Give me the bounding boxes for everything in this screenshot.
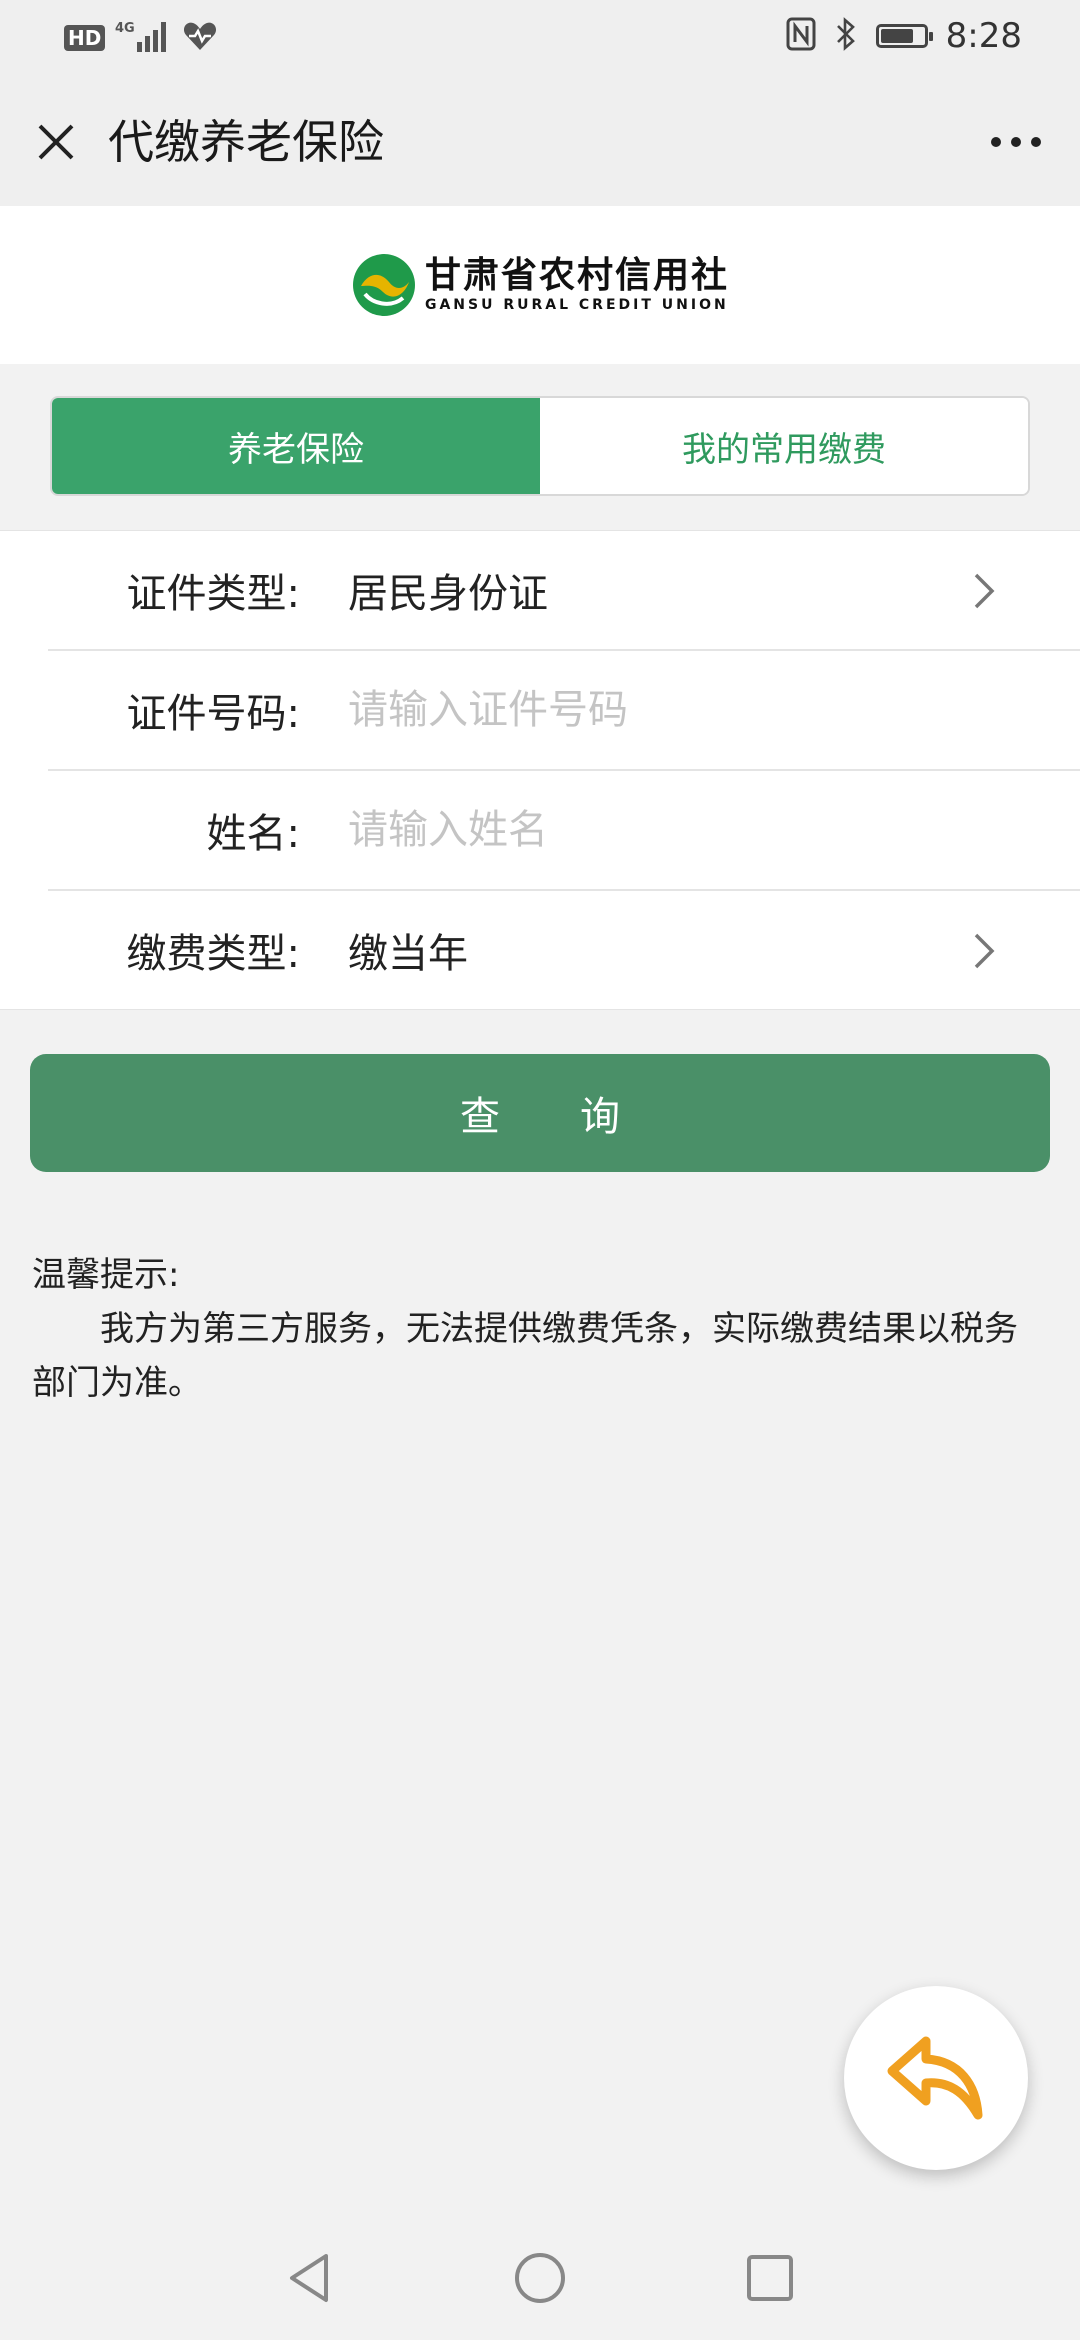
hd-icon: HD (64, 25, 106, 51)
battery-fill (880, 29, 913, 43)
id-type-label: 证件类型: (126, 571, 300, 617)
home-circle-icon (515, 2253, 565, 2303)
nav-back-button[interactable] (280, 2248, 340, 2308)
bank-logo: 甘肃省农村信用社 GANSU RURAL CREDIT UNION (351, 252, 729, 318)
name-label: 姓名: (206, 811, 300, 857)
tab-bar: 养老保险 我的常用缴费 (50, 396, 1030, 496)
clock: 8:28 (945, 16, 1022, 56)
logo-name-cn: 甘肃省农村信用社 (424, 255, 729, 296)
id-number-label: 证件号码: (126, 691, 300, 737)
recents-square-icon (747, 2255, 793, 2301)
more-icon (991, 137, 1041, 147)
payment-type-label: 缴费类型: (126, 931, 300, 977)
more-button[interactable] (980, 114, 1052, 170)
tab-pension-insurance[interactable]: 养老保险 (52, 398, 540, 494)
id-number-input[interactable] (348, 687, 1080, 733)
chevron-right-icon (974, 933, 995, 969)
credit-union-logo-icon (352, 254, 415, 316)
status-right: 8:28 (786, 14, 1022, 58)
system-nav-bar (0, 2216, 1080, 2340)
name-row: 姓名: (48, 771, 1080, 889)
nfc-icon (786, 17, 816, 55)
payment-type-row[interactable]: 缴费类型: 缴当年 (48, 891, 1080, 1009)
network-label: 4G (115, 21, 135, 36)
payment-form: 证件类型: 居民身份证 证件号码: 姓名: 缴费类型: 缴当年 (0, 530, 1080, 1010)
logo-name-en: GANSU RURAL CREDIT UNION (424, 297, 729, 313)
tips-title: 温馨提示: (32, 1255, 180, 1295)
chevron-right-icon (974, 573, 995, 609)
id-type-row[interactable]: 证件类型: 居民身份证 (48, 531, 1080, 649)
signal-icon: 4G (115, 18, 173, 58)
back-float-button[interactable] (844, 1986, 1028, 2170)
title-bar: 代缴养老保险 (0, 74, 1080, 206)
health-icon (183, 20, 217, 56)
name-input[interactable] (348, 807, 1080, 853)
bluetooth-icon (834, 17, 858, 55)
nav-home-button[interactable] (510, 2248, 570, 2308)
battery-icon (875, 24, 933, 48)
reply-arrow-icon (887, 2036, 983, 2120)
page-title: 代缴养老保险 (108, 115, 384, 169)
nav-recents-button[interactable] (740, 2248, 800, 2308)
logo-banner: 甘肃省农村信用社 GANSU RURAL CREDIT UNION (0, 206, 1080, 364)
back-triangle-icon (290, 2254, 328, 2302)
id-number-row: 证件号码: (48, 651, 1080, 769)
tips-section: 温馨提示: 我方为第三方服务，无法提供缴费凭条，实际缴费结果以税务部门为准。 (32, 1248, 1048, 1410)
status-left: HD 4G (64, 18, 217, 58)
status-bar: HD 4G 8:28 (0, 0, 1080, 74)
close-icon (38, 124, 74, 160)
query-button[interactable]: 查 询 (30, 1054, 1050, 1172)
close-button[interactable] (28, 114, 84, 170)
tab-frequent-payments[interactable]: 我的常用缴费 (540, 398, 1028, 494)
tips-body: 我方为第三方服务，无法提供缴费凭条，实际缴费结果以税务部门为准。 (32, 1309, 1018, 1403)
